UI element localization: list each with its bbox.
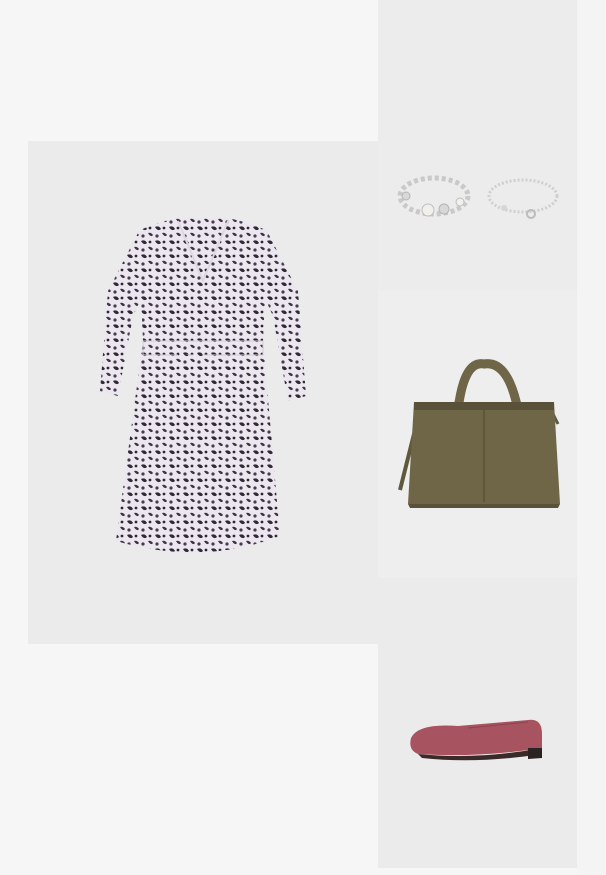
page-edge	[577, 0, 606, 875]
bracelets-image	[378, 0, 577, 290]
shoe-image	[378, 578, 577, 868]
dress-product-tile[interactable]	[28, 141, 378, 644]
bag-image	[378, 290, 577, 578]
bag-product-tile[interactable]	[378, 290, 577, 578]
dress-image	[28, 141, 378, 644]
bracelets-product-tile[interactable]	[378, 0, 577, 290]
shoe-product-tile[interactable]	[378, 578, 577, 868]
